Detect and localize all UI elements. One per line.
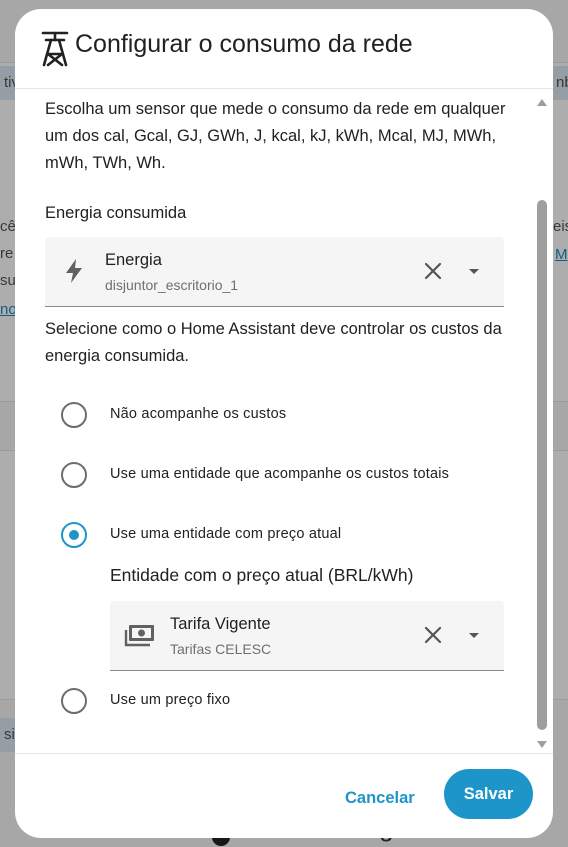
dialog-actions: Cancelar Salvar — [15, 753, 553, 838]
energy-consumed-label: Energia consumida — [45, 204, 187, 222]
energy-entity-id: disjuntor_escritorio_1 — [105, 277, 239, 293]
sensor-instructions: Escolha um sensor que mede o consumo da … — [45, 100, 506, 172]
save-button[interactable]: Salvar — [444, 769, 533, 819]
energy-entity-picker[interactable]: Energia disjuntor_escritorio_1 — [45, 237, 504, 307]
price-entity-id: Tarifas CELESC — [170, 641, 272, 657]
clear-icon[interactable] — [421, 623, 445, 647]
scrollbar-thumb[interactable] — [537, 200, 547, 730]
radio-button[interactable] — [61, 402, 87, 428]
radio-label: Use uma entidade com preço atual — [110, 526, 342, 542]
dialog-header: Configurar o consumo da rede — [15, 9, 553, 89]
radio-button[interactable] — [61, 688, 87, 714]
dialog-form: Escolha um sensor que mede o consumo da … — [45, 96, 509, 177]
price-entity-label: Entidade com o preço atual (BRL/kWh) — [110, 565, 414, 585]
radio-label: Use uma entidade que acompanhe os custos… — [110, 466, 450, 482]
dropdown-arrow-icon[interactable] — [462, 623, 486, 647]
scroll-up-icon[interactable] — [536, 94, 548, 106]
lightning-bolt-icon — [63, 258, 85, 289]
dropdown-arrow-icon[interactable] — [462, 259, 486, 283]
clear-icon[interactable] — [421, 259, 445, 283]
cost-instructions-wrap: Selecione como o Home Assistant deve con… — [45, 316, 509, 370]
cancel-button[interactable]: Cancelar — [335, 778, 425, 818]
radio-label: Use um preço fixo — [110, 692, 231, 708]
price-entity-picker[interactable]: Tarifa Vigente Tarifas CELESC — [110, 601, 504, 671]
transmission-tower-icon — [40, 30, 70, 68]
energy-entity-name: Energia — [105, 251, 162, 269]
grid-consumption-dialog: Configurar o consumo da rede Escolha um … — [15, 9, 553, 838]
radio-button[interactable] — [61, 462, 87, 488]
radio-button-selected[interactable] — [61, 522, 87, 548]
price-entity-name: Tarifa Vigente — [170, 615, 271, 633]
radio-label: Não acompanhe os custos — [110, 406, 287, 422]
dialog-title: Configurar o consumo da rede — [75, 30, 413, 58]
cost-instructions: Selecione como o Home Assistant deve con… — [45, 320, 502, 365]
scrollbar[interactable] — [535, 90, 549, 753]
dialog-content[interactable]: Escolha um sensor que mede o consumo da … — [15, 90, 553, 753]
scroll-down-icon[interactable] — [536, 737, 548, 748]
cash-icon — [124, 623, 156, 654]
